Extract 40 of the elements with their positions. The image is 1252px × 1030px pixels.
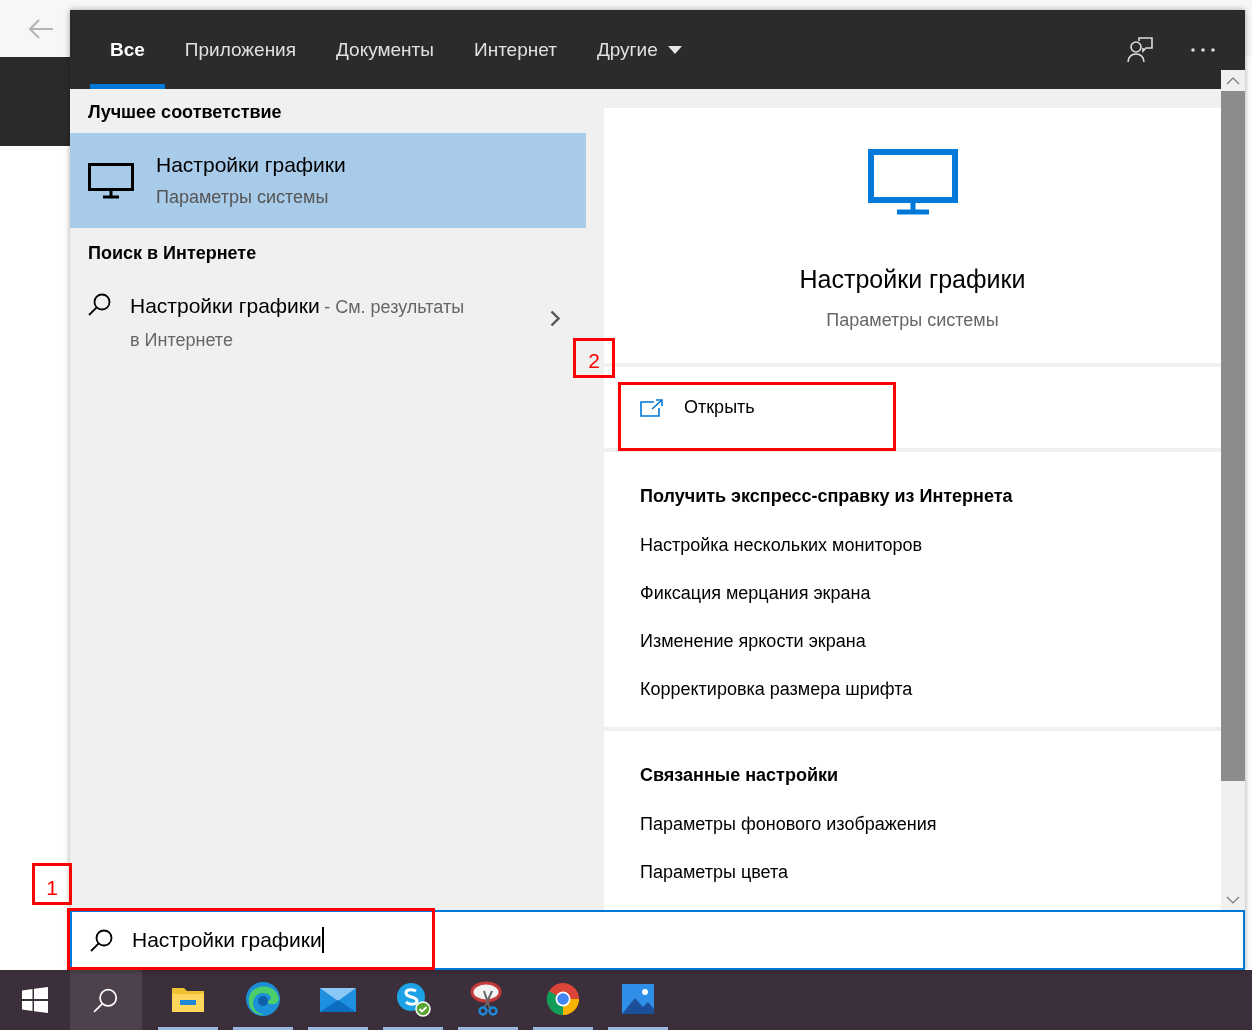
monitor-icon [88, 162, 134, 199]
scroll-up-icon[interactable] [1226, 76, 1240, 85]
web-result-text: Настройки графики - См. результаты в Интернете [130, 293, 466, 352]
help-link[interactable]: Фиксация мерцания экрана [640, 569, 1185, 617]
search-field[interactable]: Настройки графики [70, 910, 1245, 970]
settings-link[interactable]: Параметры фонового изображения [640, 800, 1185, 848]
monitor-icon [867, 149, 958, 215]
search-icon [88, 292, 112, 316]
help-link[interactable]: Корректировка размера шрифта [640, 665, 1185, 713]
tab[interactable]: Интернет [454, 10, 577, 89]
browser-icon[interactable] [545, 981, 580, 1016]
tab[interactable]: Другие [576, 10, 702, 89]
chat-icon[interactable] [394, 980, 431, 1017]
preview-title: Настройки графики [799, 265, 1026, 294]
open-button[interactable]: Открыть [640, 397, 755, 419]
section-heading: Поиск в Интернете [87, 242, 258, 265]
feedback-icon[interactable] [1127, 36, 1153, 63]
help-link[interactable]: Настройка нескольких мониторов [640, 521, 1185, 569]
tab[interactable]: Документы [316, 10, 454, 89]
search-icon[interactable] [93, 987, 119, 1013]
annotation-number: 2 [573, 338, 615, 378]
settings-link[interactable]: Параметры цвета [640, 848, 1185, 896]
section-heading: Связанные настройки [640, 765, 840, 786]
scroll-down-icon[interactable] [1226, 895, 1240, 904]
picture-icon[interactable] [620, 982, 655, 1015]
section-heading: Лучшее соответствие [87, 101, 283, 124]
open-external-icon [640, 398, 664, 417]
best-match-item[interactable]: Настройки графики Параметры системы [70, 133, 586, 228]
tab[interactable]: Приложения [164, 10, 317, 89]
result-subtitle: Параметры системы [156, 187, 330, 208]
search-icon [90, 928, 114, 952]
preview-subtitle: Параметры системы [826, 310, 999, 331]
result-title: Настройки графики [156, 153, 346, 177]
windows-logo-icon[interactable] [22, 987, 48, 1013]
section-heading: Получить экспресс-справку из Интернета [640, 486, 1014, 507]
help-link[interactable]: Изменение яркости экрана [640, 617, 1185, 665]
more-icon[interactable] [1191, 47, 1215, 52]
browser-icon[interactable] [244, 980, 281, 1017]
annotation-number: 1 [32, 863, 72, 905]
chevron-right-icon[interactable] [550, 310, 560, 327]
